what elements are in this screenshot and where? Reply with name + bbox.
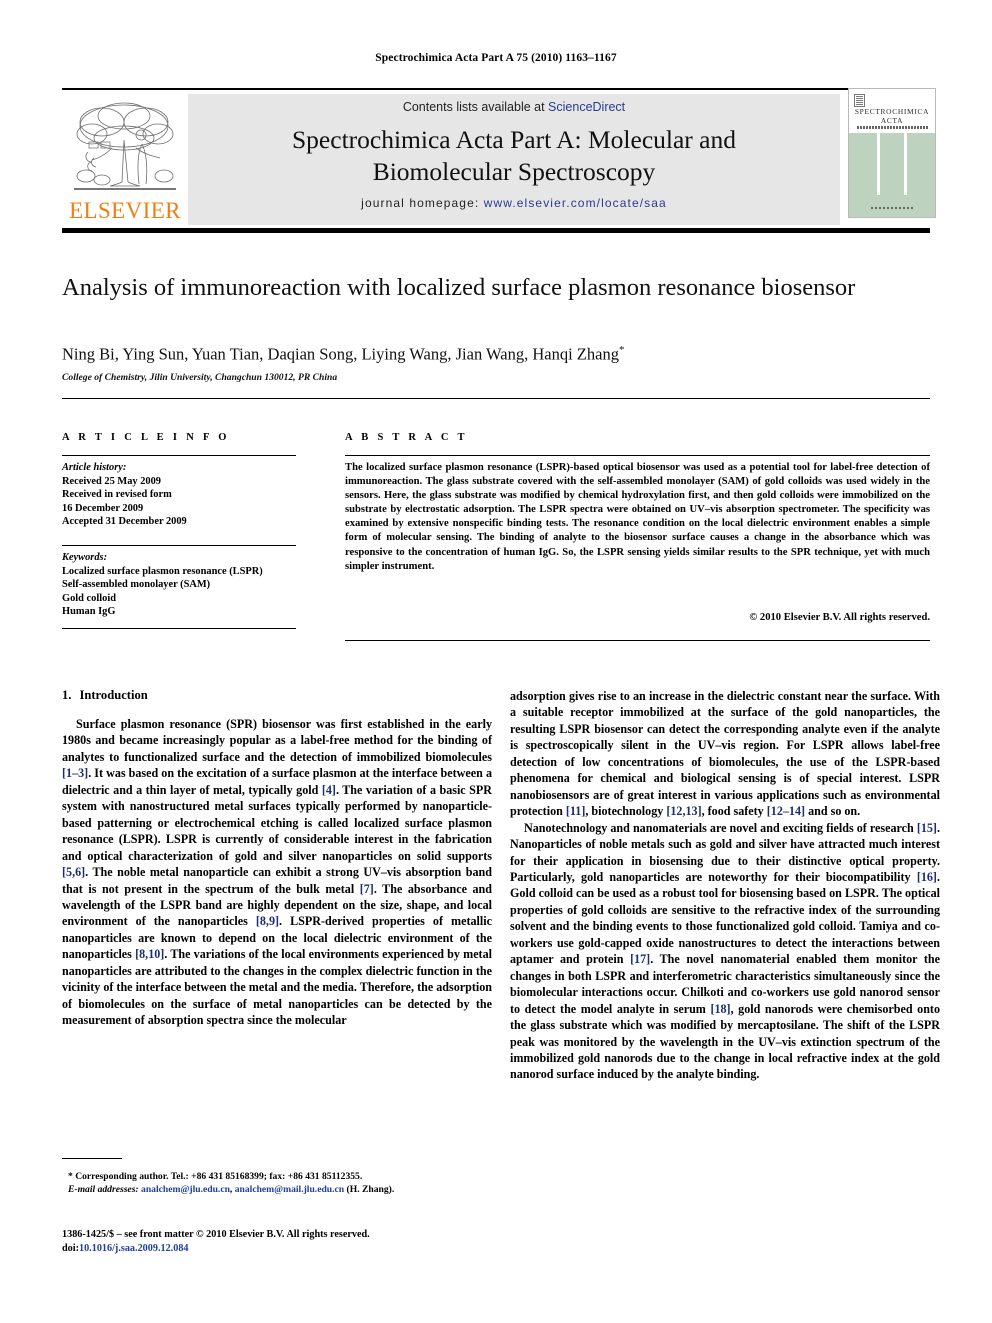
citation-ref[interactable]: [1–3] [62,766,88,780]
email-label: E-mail addresses: [68,1184,139,1195]
article-info-rule-middle [62,545,296,547]
article-history-item: 16 December 2009 [62,502,144,514]
article-history-item: Accepted 31 December 2009 [62,516,187,528]
keyword-item: Self-assembled monolayer (SAM) [62,579,211,591]
running-head: Spectrochimica Acta Part A 75 (2010) 116… [375,52,617,64]
abstract-rule-bottom [345,640,930,642]
citation-ref[interactable]: [4] [322,783,336,797]
abstract-rule-top [345,455,930,457]
cover-title: SPECTROCHIMICA ACTA [849,107,935,125]
homepage-prefix: journal homepage: [361,196,484,210]
section-title: Introduction [79,688,148,702]
citation-ref[interactable]: [18] [710,1002,730,1016]
email-suffix: (H. Zhang). [346,1184,395,1195]
citation-ref[interactable]: [11] [566,804,585,818]
cover-stripe-left [877,133,880,195]
author-names: Ning Bi, Ying Sun, Yuan Tian, Daqian Son… [62,344,619,364]
copyright-line: © 2010 Elsevier B.V. All rights reserved… [749,612,930,623]
cover-header: SPECTROCHIMICA ACTA [849,89,935,133]
cover-footer-rule [871,207,915,209]
journal-title: Spectrochimica Acta Part A: Molecular an… [198,124,830,188]
abstract-paragraph: The localized surface plasmon resonance … [345,462,930,572]
author-list: Ning Bi, Ying Sun, Yuan Tian, Daqian Son… [62,344,882,365]
article-history-label: Article history: [62,462,127,473]
citation-ref[interactable]: [8,10] [135,947,164,961]
body-paragraph: adsorption gives rise to an increase in … [510,688,940,820]
citation-ref[interactable]: [17] [630,952,650,966]
citation-ref[interactable]: [5,6] [62,865,85,879]
citation-ref[interactable]: [12–14] [767,804,805,818]
article-history-item: Received in revised form [62,489,172,501]
homepage-url-link[interactable]: www.elsevier.com/locate/saa [484,196,667,210]
contents-available-line: Contents lists available at ScienceDirec… [188,100,840,114]
text-run: adsorption gives rise to an increase in … [510,689,940,819]
abstract-text: The localized surface plasmon resonance … [345,461,930,574]
email-link-2[interactable]: analchem@mail.jlu.edu.cn [235,1184,344,1195]
page-title: Analysis of immunoreaction with localize… [62,274,856,301]
article-info-rule-bottom [62,628,296,630]
cover-title-line-1: SPECTROCHIMICA [854,107,930,116]
elsevier-tree-icon [74,102,176,190]
cover-body [849,133,935,217]
masthead-top-rule [62,88,930,90]
article-history-item: Received 25 May 2009 [62,475,161,487]
journal-homepage-line: journal homepage: www.elsevier.com/locat… [188,196,840,210]
text-run: , food safety [701,804,767,819]
article-info-rule-top [62,455,296,457]
doi-line: doi:10.1016/j.saa.2009.12.084 [62,1242,532,1256]
citation-ref[interactable]: [16] [917,870,937,884]
abstract-heading: A B S T R A C T [345,432,468,443]
keyword-item: Gold colloid [62,592,116,604]
journal-title-line-1: Spectrochimica Acta Part A: Molecular an… [292,125,736,154]
citation-ref[interactable]: [15] [917,821,937,835]
footnote-block: * Corresponding author. Tel.: +86 431 85… [62,1170,492,1196]
footnote-rule [62,1158,122,1159]
body-paragraph: Nanotechnology and nanomaterials are nov… [510,820,940,1083]
journal-cover-thumbnail: SPECTROCHIMICA ACTA [848,88,936,218]
article-info-heading: A R T I C L E I N F O [62,432,230,443]
section-heading-introduction: 1. Introduction [62,688,148,703]
body-column-right: adsorption gives rise to an increase in … [510,688,940,1083]
text-run: , biotechnology [585,804,667,819]
header-divider [62,398,930,399]
text-run: and so on. [805,804,861,819]
keyword-item: Localized surface plasmon resonance (LSP… [62,565,263,577]
doi-label: doi: [62,1243,79,1254]
citation-ref[interactable]: [7] [360,882,374,896]
keywords-label: Keywords: [62,552,108,563]
keyword-item: Human IgG [62,606,116,618]
email-link-1[interactable]: analchem@jlu.edu.cn [141,1184,230,1195]
affiliation: College of Chemistry, Jilin University, … [62,372,338,383]
masthead-bottom-rule [62,228,930,233]
sciencedirect-link[interactable]: ScienceDirect [548,100,625,114]
body-column-left: Surface plasmon resonance (SPR) biosenso… [62,716,492,1029]
article-history-block: Article history: Received 25 May 2009 Re… [62,461,302,529]
text-run: Surface plasmon resonance (SPR) biosenso… [62,717,492,764]
cover-title-line-2: ACTA [880,116,904,125]
citation-ref[interactable]: [8,9] [256,914,279,928]
cover-stripe-right [904,133,907,195]
corresponding-author-note: * Corresponding author. Tel.: +86 431 85… [68,1171,363,1182]
cover-mini-logo-icon [854,94,865,107]
imprint-block: 1386-1425/$ – see front matter © 2010 El… [62,1228,532,1256]
issn-line: 1386-1425/$ – see front matter © 2010 El… [62,1229,370,1240]
journal-article-page: Spectrochimica Acta Part A 75 (2010) 116… [0,0,992,1323]
section-number: 1. [62,688,72,702]
body-paragraph: Surface plasmon resonance (SPR) biosenso… [62,716,492,1029]
elsevier-logo: ELSEVIER [68,96,182,224]
doi-link[interactable]: 10.1016/j.saa.2009.12.084 [79,1243,189,1254]
corresponding-author-marker: * [618,344,625,356]
keywords-block: Keywords: Localized surface plasmon reso… [62,551,302,619]
citation-ref[interactable]: [12,13] [666,804,701,818]
journal-title-line-2: Biomolecular Spectroscopy [372,157,656,186]
text-run: Nanotechnology and nanomaterials are nov… [524,820,917,835]
contents-prefix: Contents lists available at [402,100,549,114]
cover-subtitle-rule [857,126,929,129]
elsevier-wordmark: ELSEVIER [69,198,181,223]
email-note: E-mail addresses: analchem@jlu.edu.cn, a… [68,1184,395,1195]
